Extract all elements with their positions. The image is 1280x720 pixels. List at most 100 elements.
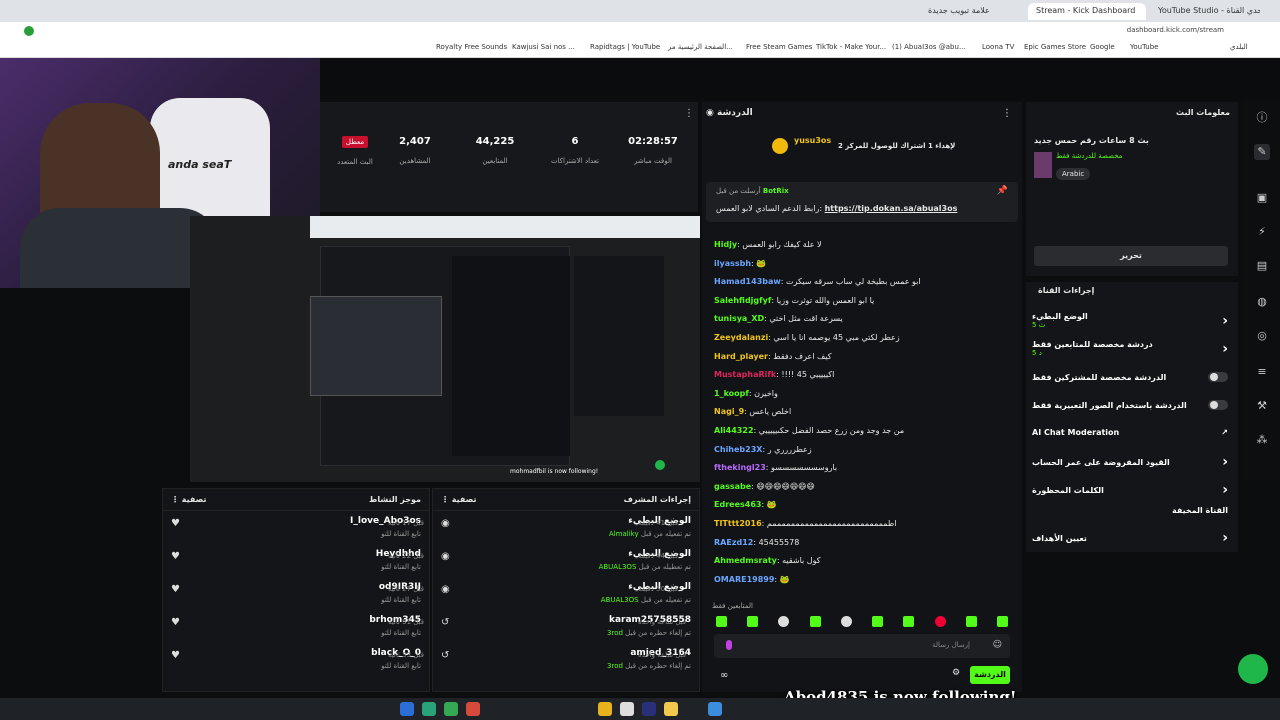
chat-message[interactable]: RAEzd12: 45455578 — [714, 538, 799, 547]
chat-username[interactable]: gassabe — [714, 482, 751, 491]
send-chat-button[interactable]: الدردشة — [970, 666, 1010, 684]
channel-action-item[interactable]: تعيين الأهداف › — [1032, 530, 1228, 546]
chevron-right-icon[interactable]: › — [1222, 482, 1228, 498]
folder-icon[interactable] — [664, 702, 678, 716]
chrome-icon[interactable] — [598, 702, 612, 716]
chat-username[interactable]: tunisya_XD — [714, 314, 764, 323]
app-icon[interactable] — [466, 702, 480, 716]
chat-username[interactable]: Ali44322 — [714, 426, 754, 435]
emote-icon[interactable] — [778, 616, 790, 627]
tab-kick-dashboard[interactable]: Stream - Kick Dashboard — [1028, 3, 1146, 20]
channel-action-item[interactable]: الكلمات المحظورة › — [1032, 482, 1228, 498]
broadcast-icon[interactable]: ◎ — [1254, 328, 1270, 344]
chat-message[interactable]: Chiheb23X: زعطرررري ر — [714, 445, 812, 454]
chat-message[interactable]: TITttt2016: اطمممممممممممممممممممممممممم — [714, 519, 896, 528]
reload-icon[interactable] — [24, 26, 34, 36]
channel-action-item[interactable]: الدردشة مخصصة للمشتركين فقط — [1032, 372, 1228, 382]
bookmark[interactable]: YouTube — [1130, 43, 1158, 51]
list-icon[interactable]: ≡ — [1254, 364, 1270, 380]
chat-message[interactable]: fthekingl23: باروسسسسسسسو — [714, 463, 837, 472]
bookmark[interactable]: Loona TV — [982, 43, 1014, 51]
bookmark[interactable]: الصفحة الرئيسية مر... — [668, 43, 733, 51]
emote-icon[interactable] — [903, 616, 915, 627]
chat-message[interactable]: Nagi_9: اخلص ياعس — [714, 407, 791, 416]
bookmark[interactable]: Rapidtags | YouTube — [590, 43, 660, 51]
chat-message[interactable]: Edrees463: 🐸 — [714, 500, 777, 509]
chat-message[interactable]: Salehfidjgfyf: يا ابو العمس والله توثرت … — [714, 296, 874, 305]
chat-message[interactable]: Hidjy: لا علة كيفك رابو العمس — [714, 240, 822, 249]
chat-message[interactable]: tunisya_XD: يسرعة اقت مثل اختي — [714, 314, 843, 323]
bolt-icon[interactable]: ⚡ — [1254, 224, 1270, 240]
channel-action-item[interactable]: دردشة مخصصة للمتابعين فقط 5 د › — [1032, 340, 1228, 357]
bookmark[interactable]: Epic Games Store — [1024, 43, 1086, 51]
chevron-right-icon[interactable]: › — [1222, 341, 1228, 357]
chat-icon[interactable]: ◍ — [1254, 294, 1270, 310]
chat-message[interactable]: ilyassbh: 🐸 — [714, 259, 766, 268]
chevron-right-icon[interactable]: › — [1222, 454, 1228, 470]
chat-username[interactable]: RAEzd12 — [714, 538, 753, 547]
bookmark[interactable]: Google — [1090, 43, 1115, 51]
stream-preview[interactable]: mohmadfbil is now following! — [190, 216, 700, 482]
chat-message[interactable]: Zeeydalanzi: زعطر لكتي مبي 45 يوصمه انا … — [714, 333, 900, 342]
toggle-switch[interactable] — [1208, 372, 1228, 382]
language-tag[interactable]: Arabic — [1056, 168, 1091, 180]
chat-username[interactable]: Hard_player — [714, 352, 768, 361]
chat-username[interactable]: Nagi_9 — [714, 407, 744, 416]
external-link-icon[interactable]: ↗ — [1221, 428, 1228, 437]
chat-username[interactable]: OMARE19899 — [714, 575, 774, 584]
infinity-icon[interactable]: ∞ — [720, 670, 728, 681]
app-icon[interactable] — [444, 702, 458, 716]
emote-icon[interactable] — [965, 616, 977, 627]
chat-username[interactable]: MustaphaRifk — [714, 370, 776, 379]
support-icon[interactable] — [1238, 654, 1268, 684]
channel-action-item[interactable]: القيود المفروضة على عمر الحساب › — [1032, 454, 1228, 470]
bot-link[interactable]: https://tip.dokan.sa/abual3os — [825, 204, 958, 213]
chat-username[interactable]: 1_koopf — [714, 389, 749, 398]
info-icon[interactable]: ⓘ — [1254, 110, 1270, 126]
bookmark[interactable]: البلدي — [1230, 43, 1248, 51]
frame-icon[interactable]: ▣ — [1254, 190, 1270, 206]
settings-icon[interactable]: ⚙ — [952, 668, 960, 678]
emote-icon[interactable] — [716, 616, 727, 627]
bookmark[interactable]: (1) AbuaI3os @abu... — [892, 43, 966, 51]
emote-icon[interactable] — [809, 616, 821, 627]
tab-youtube-studio[interactable]: YouTube Studio - يحدي القناة — [1150, 3, 1260, 20]
filter-button[interactable]: ⋮ تصفية — [441, 495, 477, 504]
chat-message[interactable]: OMARE19899: 🐸 — [714, 575, 790, 584]
chat-username[interactable]: TITttt2016 — [714, 519, 762, 528]
emote-icon[interactable] — [996, 616, 1008, 627]
chat-message[interactable]: Ahmedmsraty: كول باشقيه — [714, 556, 821, 565]
chat-menu-icon[interactable]: ⋮ — [1002, 108, 1012, 119]
bookmark[interactable]: TikTok - Make Your... — [816, 43, 886, 51]
chevron-right-icon[interactable]: › — [1222, 313, 1228, 329]
channel-action-item[interactable]: الدردشة باستخدام الصور التعبيرية فقط — [1032, 400, 1228, 410]
group-icon[interactable]: ⁂ — [1254, 432, 1270, 448]
chat-username[interactable]: Edrees463 — [714, 500, 761, 509]
chat-message[interactable]: Hamad143baw: ابو عمس بطيخة لي ساب سرقه س… — [714, 277, 921, 286]
chat-message[interactable]: Hard_player: كيف اعرف دفقط — [714, 352, 832, 361]
emoji-icon[interactable]: ☺ — [993, 640, 1002, 650]
address-bar[interactable]: dashboard.kick.com/stream — [0, 22, 1280, 40]
edit-icon[interactable]: ✎ — [1254, 144, 1270, 160]
chat-username[interactable]: Chiheb23X — [714, 445, 762, 454]
clipboard-icon[interactable]: ▤ — [1254, 258, 1270, 274]
more-icon[interactable]: ⋮ — [684, 108, 694, 119]
pinned-message[interactable]: أرسلت من قبل BotRix رابط الدعم السادي لا… — [706, 182, 1018, 222]
emote-icon[interactable] — [872, 616, 884, 627]
chat-username[interactable]: Hamad143baw — [714, 277, 781, 286]
app-icon[interactable] — [708, 702, 722, 716]
tab-new[interactable]: علامة تبويب جديدة — [920, 3, 1025, 20]
edit-button[interactable]: تحرير — [1034, 246, 1228, 266]
chat-input[interactable]: إرسال رسالة ☺ — [714, 634, 1010, 658]
chat-username[interactable]: fthekingl23 — [714, 463, 766, 472]
bookmark[interactable]: Free Steam Games — [746, 43, 812, 51]
chat-message[interactable]: gassabe: 😄😄😄😄😄😄😄 — [714, 482, 815, 491]
app-icon[interactable] — [620, 702, 634, 716]
chat-message[interactable]: 1_koopf: واخيرن — [714, 389, 778, 398]
url-text[interactable]: dashboard.kick.com/stream — [1127, 26, 1224, 34]
app-icon[interactable] — [422, 702, 436, 716]
emote-icon[interactable] — [747, 616, 759, 627]
bookmark[interactable]: Kawjusi Sai nos ... — [512, 43, 575, 51]
chat-message[interactable]: MustaphaRifk: !!!! 45 اكيييييي — [714, 370, 834, 379]
app-icon[interactable] — [400, 702, 414, 716]
